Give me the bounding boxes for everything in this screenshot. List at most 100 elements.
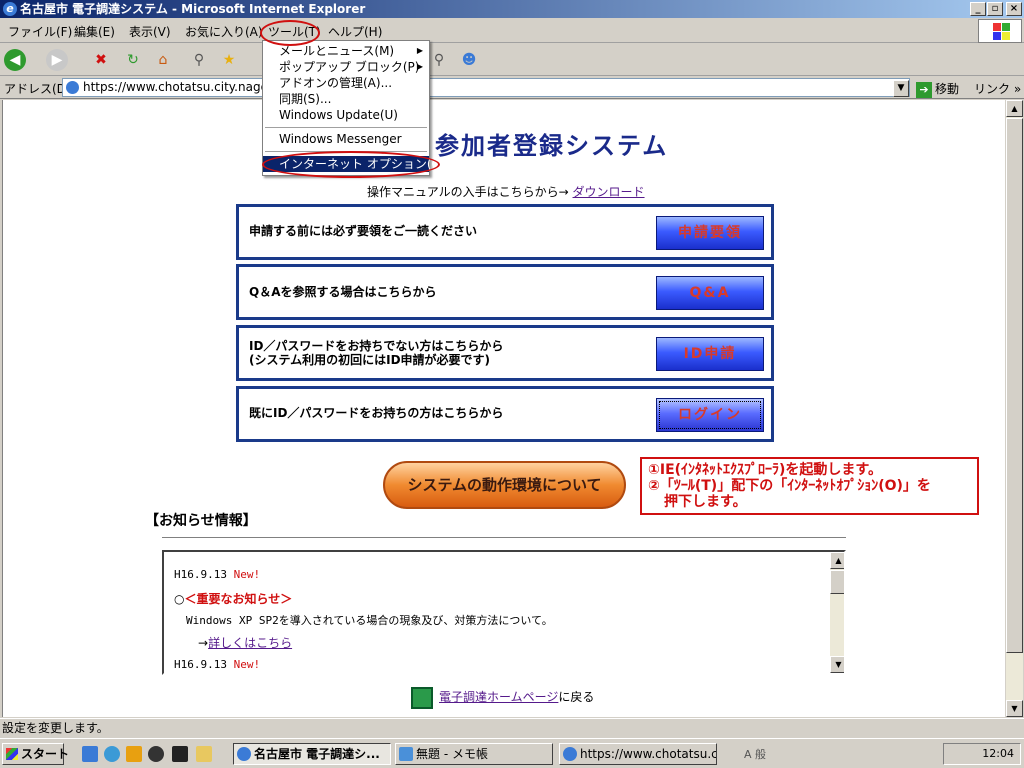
notice-heading: 【お知らせ情報】 <box>145 513 257 529</box>
maximize-button[interactable]: ▫ <box>987 2 1003 16</box>
search-icon[interactable]: ⚲ <box>188 49 210 71</box>
status-bar: 設定を変更します。 <box>0 718 1024 738</box>
menu-item-windows-update[interactable]: Windows Update(U) <box>263 107 429 123</box>
info-text: ID／パスワードをお持ちでない方はこちらから <box>249 339 504 353</box>
menu-item-label: ポップアップ ブロック(P) <box>279 60 420 74</box>
menu-favorites[interactable]: お気に入り(A) <box>185 23 263 40</box>
green-square-icon <box>411 686 433 709</box>
page-title: 参加者登録システム <box>435 132 669 160</box>
scroll-up-icon[interactable]: ▲ <box>1006 100 1023 117</box>
console-icon[interactable] <box>172 746 188 762</box>
start-button[interactable]: スタート <box>2 743 69 765</box>
submenu-arrow-icon: ▶ <box>416 62 423 71</box>
minimize-button[interactable]: _ <box>970 2 986 16</box>
menu-view[interactable]: 表示(V) <box>129 23 171 40</box>
manual-line: 操作マニュアルの入手はこちらから→ ダウンロード <box>367 183 645 200</box>
menu-item-messenger[interactable]: Windows Messenger <box>263 131 429 147</box>
notepad-icon <box>399 747 413 761</box>
id-apply-button[interactable]: ID申請 <box>656 337 764 371</box>
system-tray: 12:04 <box>943 743 1021 765</box>
menu-item-label: Windows Update(U) <box>279 108 398 122</box>
show-desktop-icon[interactable] <box>82 746 98 762</box>
page-scrollbar[interactable]: ▲ ▼ <box>1006 100 1023 717</box>
address-input[interactable]: https://www.chotatsu.city.nagoya.jp <box>62 78 910 97</box>
home-page-link[interactable]: 電子調達ホームページ <box>439 690 558 704</box>
news-scrollbar[interactable]: ▲ ▼ <box>830 552 844 673</box>
links-label: リンク <box>974 82 1011 96</box>
tools-highlight-circle <box>260 20 320 46</box>
page-icon <box>66 81 79 94</box>
address-bar: アドレス(D) https://www.chotatsu.city.nagoya… <box>0 77 1024 99</box>
menu-separator <box>265 127 427 128</box>
scroll-thumb[interactable] <box>830 570 844 594</box>
note-line: 押下します。 <box>664 494 747 510</box>
info-text: (システム利用の初回にはID申請が必要です) <box>249 353 491 367</box>
taskbar: スタート 名古屋市 電子調達シ... 無題 - メモ帳 https://www.… <box>0 738 1024 768</box>
login-button[interactable]: ログイン <box>656 398 764 432</box>
scroll-up-icon[interactable]: ▲ <box>830 552 844 569</box>
menu-edit[interactable]: 編集(E) <box>74 23 115 40</box>
submenu-arrow-icon: ▶ <box>416 46 423 55</box>
info-text: 既にID／パスワードをお持ちの方はこちらから <box>249 406 504 420</box>
info-row-login: 既にID／パスワードをお持ちの方はこちらから ログイン <box>236 386 774 442</box>
menu-item-addons[interactable]: アドオンの管理(A)... <box>263 75 429 91</box>
task-notepad[interactable]: 無題 - メモ帳 <box>395 743 553 765</box>
menu-file[interactable]: ファイル(F) <box>8 23 72 40</box>
task-label: https://www.chotatsu.cit... <box>580 747 716 761</box>
scroll-thumb[interactable] <box>1006 118 1023 653</box>
divider <box>162 537 846 538</box>
windows-logo-icon <box>978 19 1022 43</box>
status-text: 設定を変更します。 <box>2 721 109 735</box>
task-ie-window[interactable]: 名古屋市 電子調達シ... <box>233 743 391 765</box>
address-dropdown-icon[interactable]: ▼ <box>893 80 909 97</box>
menu-help[interactable]: ヘルプ(H) <box>328 23 382 40</box>
menu-item-label: アドオンの管理(A)... <box>279 76 393 90</box>
menu-item-popup-block[interactable]: ポップアップ ブロック(P) ▶ <box>263 59 429 75</box>
scroll-down-icon[interactable]: ▼ <box>830 656 844 673</box>
download-link[interactable]: ダウンロード <box>573 185 645 199</box>
news-date: H16.9.13 <box>174 658 227 671</box>
ie-quicklaunch-icon[interactable] <box>104 746 120 762</box>
ie-icon <box>237 747 251 761</box>
info-row-guidelines: 申請する前には必ず要領をご一読ください 申請要領 <box>236 204 774 260</box>
back-icon[interactable]: ◀ <box>4 49 26 71</box>
list-item: H16.9.13 New! <box>174 568 260 581</box>
folder-icon[interactable] <box>196 746 212 762</box>
go-button[interactable]: ➔ 移動 <box>916 80 959 98</box>
research-icon[interactable]: ⚲ <box>428 49 450 71</box>
go-arrow-icon: ➔ <box>916 81 932 98</box>
address-label: アドレス(D) <box>4 82 71 96</box>
task-label: 名古屋市 電子調達シ... <box>254 747 380 761</box>
start-label: スタート <box>21 747 70 761</box>
menu-item-sync[interactable]: 同期(S)... <box>263 91 429 107</box>
news-frame: H16.9.13 New! ○＜重要なお知らせ＞ Windows XP SP2を… <box>162 550 846 675</box>
list-item: ○＜重要なお知らせ＞ <box>174 590 292 607</box>
ie-icon: e <box>3 2 17 16</box>
refresh-icon[interactable]: ↻ <box>122 49 144 71</box>
task-ie-window-2[interactable]: https://www.chotatsu.cit... <box>559 743 717 765</box>
forward-icon[interactable]: ▶ <box>46 49 68 71</box>
close-button[interactable]: × <box>1006 2 1022 16</box>
favorites-icon[interactable]: ★ <box>218 49 240 71</box>
menu-item-label: Windows Messenger <box>279 132 402 146</box>
messenger-icon[interactable]: ☻ <box>458 49 480 71</box>
ime-toolbar[interactable]: A 般 <box>744 746 766 762</box>
menu-item-label: 同期(S)... <box>279 92 332 106</box>
guidelines-button[interactable]: 申請要領 <box>656 216 764 250</box>
scroll-down-icon[interactable]: ▼ <box>1006 700 1023 717</box>
outlook-icon[interactable] <box>126 746 142 762</box>
ie-icon <box>563 747 577 761</box>
manual-text: 操作マニュアルの入手はこちらから→ <box>367 185 569 199</box>
detail-link[interactable]: 詳しくはこちら <box>208 636 292 650</box>
media-player-icon[interactable] <box>148 746 164 762</box>
qa-button[interactable]: Q&A <box>656 276 764 310</box>
links-button[interactable]: リンク » <box>974 80 1021 97</box>
page-content: 参加者登録システム 操作マニュアルの入手はこちらから→ ダウンロード 申請する前… <box>2 100 1005 717</box>
info-text: 申請する前には必ず要領をご一読ください <box>249 224 478 238</box>
home-icon[interactable]: ⌂ <box>152 49 174 71</box>
news-body: Windows XP SP2を導入されている場合の現象及び、対策方法について。 <box>186 614 553 627</box>
footer: 電子調達ホームページに戻る <box>411 686 594 709</box>
arrow-text: → <box>198 636 209 650</box>
stop-icon[interactable]: ✖ <box>90 49 112 71</box>
system-environment-button[interactable]: システムの動作環境について <box>383 461 626 509</box>
